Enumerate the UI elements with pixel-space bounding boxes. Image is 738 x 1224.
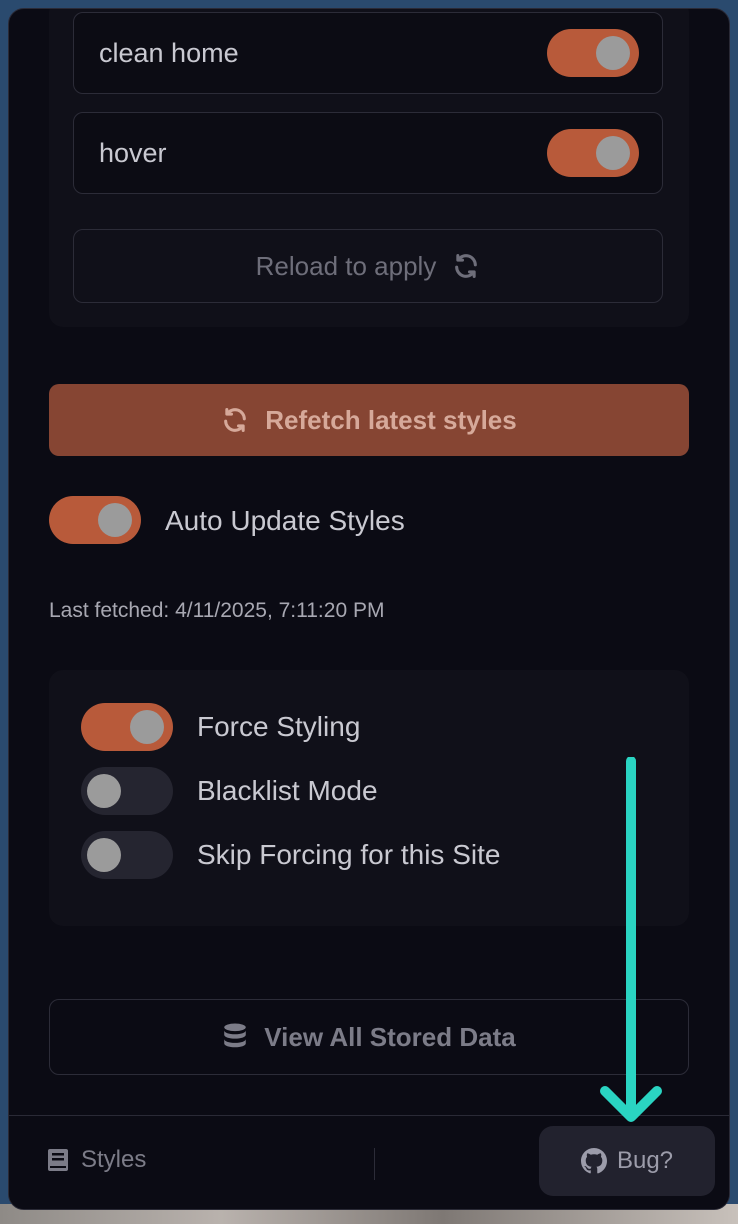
toggle-knob bbox=[87, 774, 121, 808]
feature-row-clean-home: clean home bbox=[73, 12, 663, 94]
view-stored-data-button[interactable]: View All Stored Data bbox=[49, 999, 689, 1075]
view-data-label: View All Stored Data bbox=[264, 1021, 516, 1052]
github-icon bbox=[580, 1148, 607, 1174]
extension-popup: clean home hover Reload to apply Refetch… bbox=[8, 8, 730, 1210]
toggle-knob bbox=[596, 136, 630, 170]
blacklist-mode-label: Blacklist Mode bbox=[197, 775, 378, 806]
styles-label: Styles bbox=[81, 1146, 147, 1173]
skip-forcing-label: Skip Forcing for this Site bbox=[197, 839, 501, 870]
toggle-knob bbox=[98, 503, 132, 537]
clean-home-toggle[interactable] bbox=[547, 29, 639, 77]
sync-icon bbox=[221, 406, 249, 434]
refetch-label: Refetch latest styles bbox=[265, 404, 517, 435]
styles-link[interactable]: Styles bbox=[47, 1146, 146, 1174]
bug-report-button[interactable]: Bug? bbox=[539, 1126, 715, 1196]
toggle-knob bbox=[596, 36, 630, 70]
database-icon bbox=[222, 1023, 248, 1051]
blacklist-mode-toggle[interactable] bbox=[81, 767, 173, 815]
feature-label: clean home bbox=[99, 38, 239, 68]
auto-update-toggle[interactable] bbox=[49, 496, 141, 544]
feature-label: hover bbox=[99, 138, 167, 168]
annotation-arrow bbox=[599, 757, 663, 1127]
book-icon bbox=[47, 1148, 69, 1172]
toggle-knob bbox=[130, 710, 164, 744]
skip-forcing-toggle[interactable] bbox=[81, 831, 173, 879]
reload-label: Reload to apply bbox=[255, 250, 437, 281]
hover-toggle[interactable] bbox=[547, 129, 639, 177]
footer-bar: Styles Bug? bbox=[9, 1115, 729, 1209]
auto-update-label: Auto Update Styles bbox=[165, 505, 405, 536]
toggle-knob bbox=[87, 838, 121, 872]
sync-icon bbox=[452, 252, 480, 280]
force-styling-label: Force Styling bbox=[197, 711, 361, 742]
force-styling-toggle[interactable] bbox=[81, 703, 173, 751]
feature-row-hover: hover bbox=[73, 112, 663, 194]
last-fetched-text: Last fetched: 4/11/2025, 7:11:20 PM bbox=[49, 599, 385, 622]
reload-to-apply-button[interactable]: Reload to apply bbox=[73, 229, 663, 303]
bug-label: Bug? bbox=[616, 1147, 674, 1174]
footer-divider bbox=[374, 1148, 375, 1180]
refetch-styles-button[interactable]: Refetch latest styles bbox=[49, 384, 689, 456]
